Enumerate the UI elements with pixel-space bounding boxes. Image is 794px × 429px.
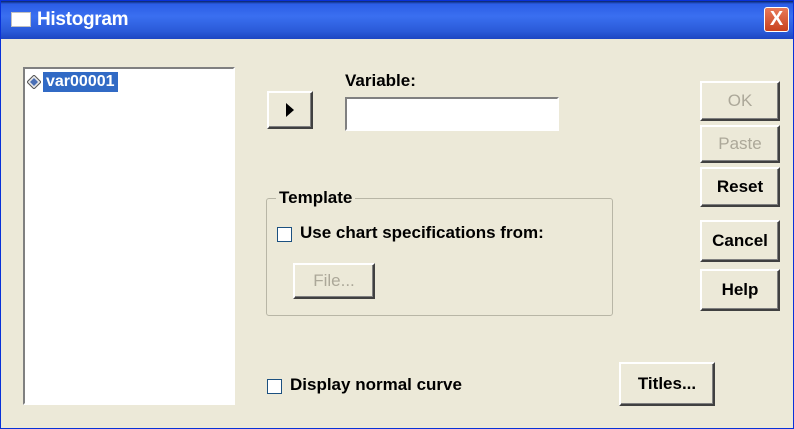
variable-field[interactable] [345, 97, 559, 131]
paste-button[interactable]: Paste [700, 125, 780, 163]
display-normal-curve-label[interactable]: Display normal curve [290, 375, 462, 395]
scale-variable-icon [27, 74, 41, 89]
window-icon [11, 12, 31, 27]
reset-button[interactable]: Reset [700, 167, 780, 207]
titles-button[interactable]: Titles... [619, 362, 715, 406]
window-title: Histogram [37, 9, 129, 30]
template-group-title: Template [276, 188, 356, 208]
move-to-variable-button[interactable] [267, 91, 313, 129]
list-item-var00001[interactable]: var00001 [27, 71, 118, 92]
histogram-dialog: Histogram X var00001 Variable: Template … [0, 0, 794, 429]
cancel-button[interactable]: Cancel [700, 220, 780, 262]
display-normal-curve-checkbox[interactable] [267, 379, 282, 394]
use-chart-spec-label[interactable]: Use chart specifications from: [300, 223, 544, 243]
file-button[interactable]: File... [293, 263, 375, 299]
source-variable-list[interactable]: var00001 [23, 67, 235, 405]
variable-label: Variable: [345, 71, 416, 90]
help-button[interactable]: Help [700, 269, 780, 311]
ok-button[interactable]: OK [700, 81, 780, 121]
use-chart-spec-checkbox[interactable] [277, 227, 292, 242]
close-button[interactable]: X [764, 7, 789, 32]
title-bar[interactable]: Histogram X [1, 1, 793, 39]
list-item-label: var00001 [43, 71, 118, 92]
